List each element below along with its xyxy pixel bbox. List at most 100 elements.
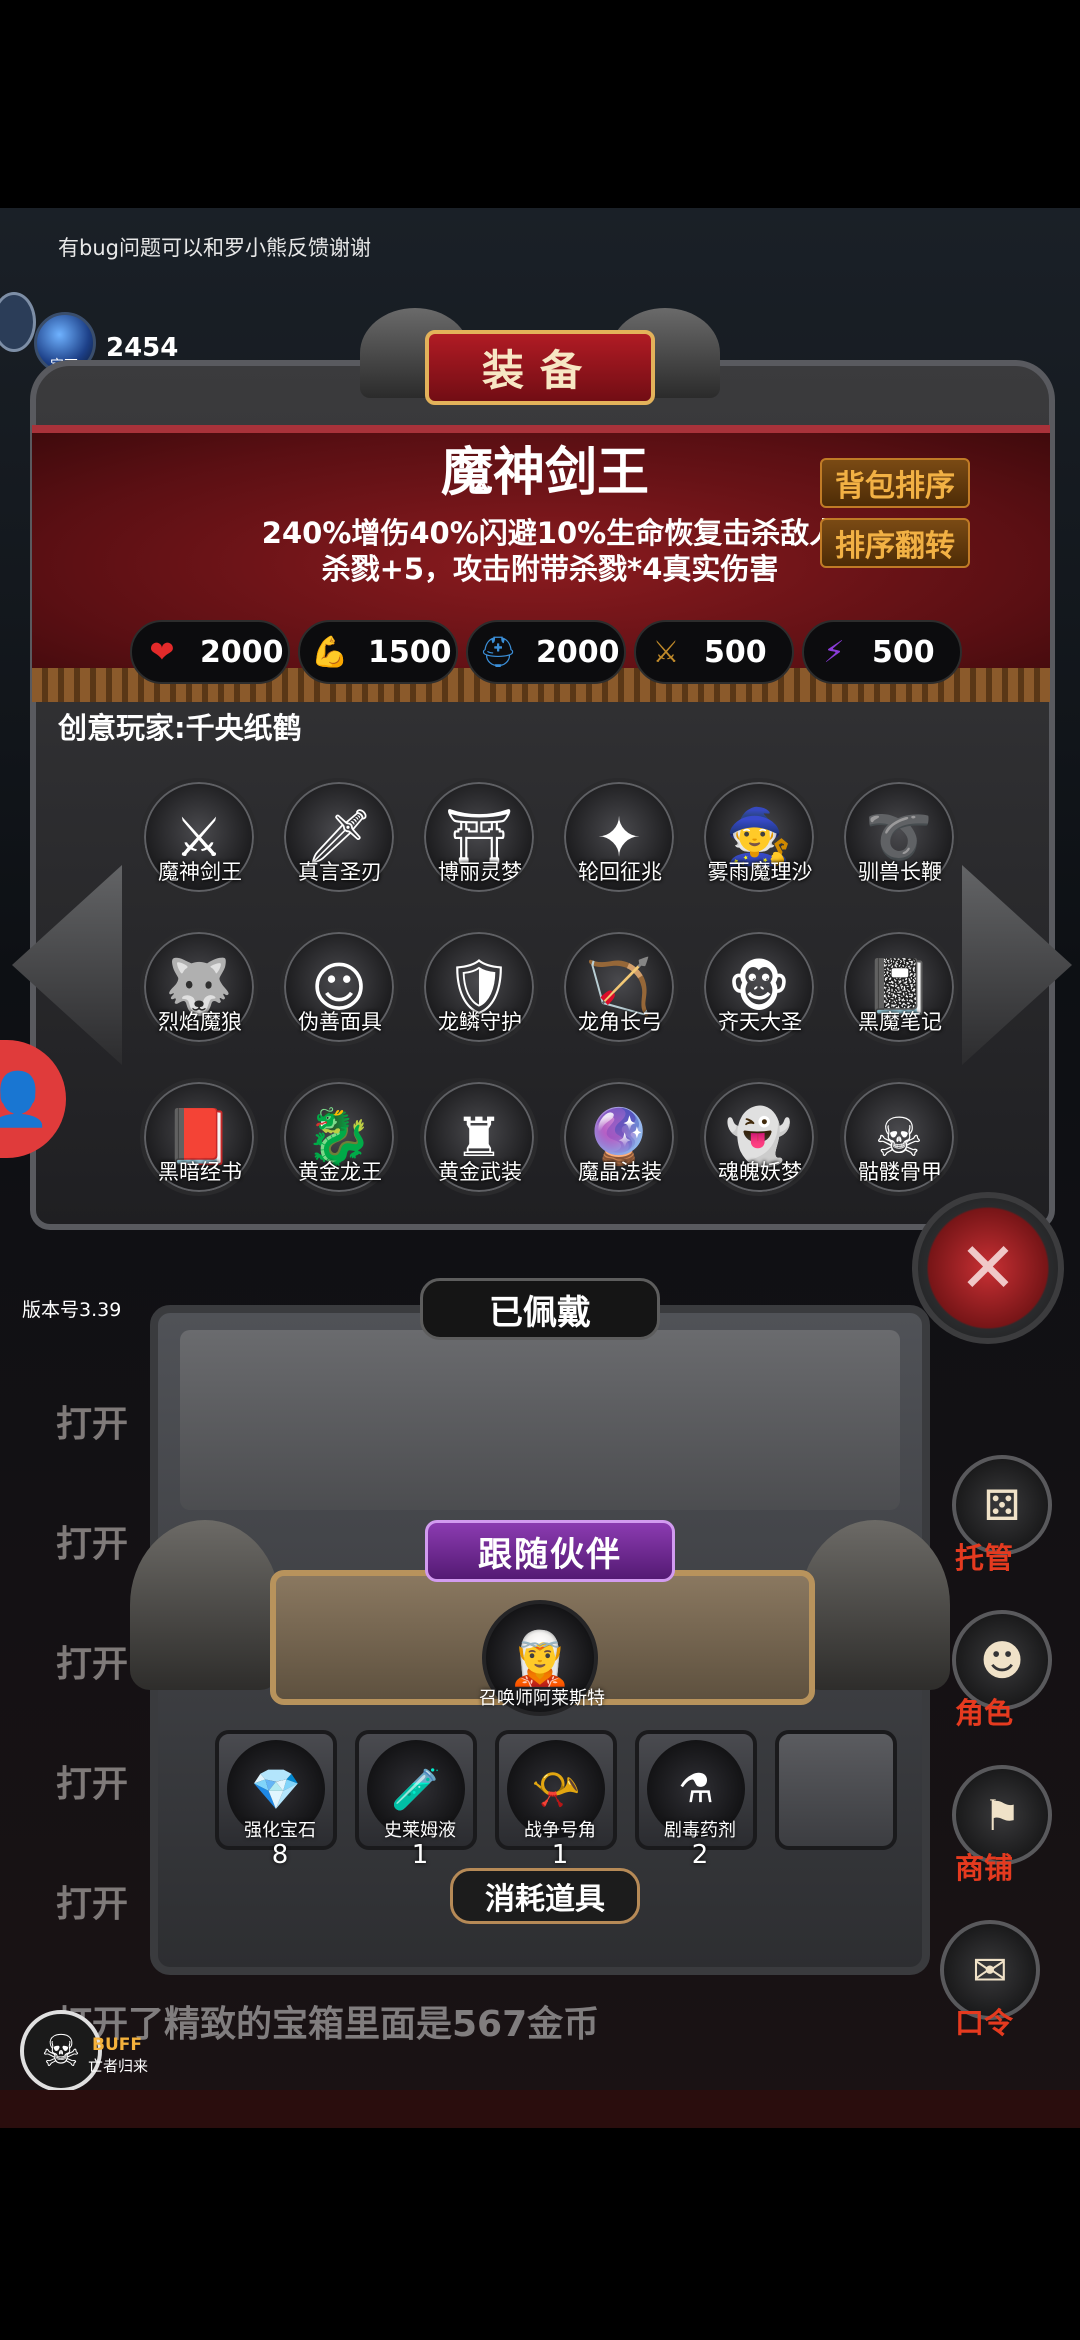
skull-icon[interactable]: ☠ (20, 2010, 102, 2092)
equipment-slot[interactable]: 🔮 魔晶法装 (560, 1078, 680, 1198)
equipment-slot[interactable]: ⚔ 魔神剑王 (140, 778, 260, 898)
creator-credit: 创意玩家:千央纸鹤 (58, 711, 302, 745)
item-label: 黄金龙王 (298, 1160, 382, 1184)
close-icon: ✕ (958, 1227, 1018, 1309)
stat-value: 1500 (368, 634, 452, 670)
item-label: 魔神剑王 (158, 860, 242, 884)
item-label: 黄金武装 (438, 1160, 522, 1184)
equipment-slot[interactable]: ☠ 骷髅骨甲 (840, 1078, 960, 1198)
consumables-title: 消耗道具 (450, 1868, 640, 1924)
stats-bar: ❤ 2000 💪 1500 ⛑ 2000 ⚔ 500 ⚡ 500 (130, 620, 990, 684)
item-label: 烈焰魔狼 (158, 1010, 242, 1034)
item-label: 齐天大圣 (718, 1010, 802, 1034)
strength-icon: 💪 (311, 634, 349, 670)
menu-label-auto[interactable]: 托管 (955, 1535, 1013, 1577)
item-label: 骷髅骨甲 (858, 1160, 942, 1184)
consumable-slot[interactable]: ⚗ 剧毒药剂 2 (635, 1730, 757, 1870)
equipped-slots-area (180, 1330, 900, 1510)
companion-slot[interactable]: 🧝 召唤师阿莱斯特 (479, 1600, 605, 1720)
empty-consumable-slot[interactable] (775, 1730, 897, 1850)
stat-armor: ⛑ 2000 (466, 620, 626, 684)
item-label: 博丽灵梦 (438, 860, 522, 884)
stat-value: 500 (872, 634, 935, 670)
item-label: 魂魄妖梦 (718, 1160, 802, 1184)
equipment-grid: ⚔ 魔神剑王 🗡 真言圣刃 ⛩ 博丽灵梦 ✦ 轮回征兆 🧙 雾雨魔理沙 ➰ 驯兽长鞭 🐺 烈焰… (140, 778, 960, 1198)
consumable-slot[interactable]: 🧪 史莱姆液 1 (355, 1730, 477, 1870)
reverse-sort-button[interactable]: 排序翻转 (820, 518, 970, 568)
person-icon: 👤 (0, 1069, 51, 1130)
equipment-slot[interactable]: 🐉 黄金龙王 (280, 1078, 400, 1198)
consumable-label: 强化宝石 (244, 1820, 316, 1841)
equipment-slot[interactable]: 📕 黑暗经书 (140, 1078, 260, 1198)
selected-item-description: 240%增伤40%闪避10%生命恢复击杀敌人 杀戮+5，攻击附带杀戮*4真实伤害 (250, 515, 850, 587)
item-label: 魔晶法装 (578, 1160, 662, 1184)
equipment-slot[interactable]: 🗡 真言圣刃 (280, 778, 400, 898)
stat-attack: ⚔ 500 (634, 620, 794, 684)
equipment-slot[interactable]: 🐵 齐天大圣 (700, 928, 820, 1048)
consumable-slot[interactable]: 💎 强化宝石 8 (215, 1730, 337, 1870)
description-line-1: 240%增伤40%闪避10%生命恢复击杀敌人 (261, 516, 839, 550)
armor-icon: ⛑ (478, 634, 518, 670)
equipment-slot[interactable]: ☺ 伪善面具 (280, 928, 400, 1048)
dragon-statue-right (800, 1520, 950, 1690)
equipment-slot[interactable]: 🐺 烈焰魔狼 (140, 928, 260, 1048)
equipment-slot[interactable]: ⛩ 博丽灵梦 (420, 778, 540, 898)
item-label: 轮回征兆 (578, 860, 662, 884)
menu-label-role[interactable]: 角色 (955, 1690, 1013, 1732)
item-label: 雾雨魔理沙 (707, 860, 813, 884)
consumable-count: 2 (691, 1840, 709, 1870)
log-line: 打开 (56, 1764, 129, 1805)
equipment-slot[interactable]: ✦ 轮回征兆 (560, 778, 680, 898)
buff-name: 亡者归来 (88, 2057, 149, 2075)
version-label: 版本号3.39 (22, 1299, 122, 1321)
equipment-slot[interactable]: 🏹 龙角长弓 (560, 928, 680, 1048)
consumable-label: 剧毒药剂 (664, 1820, 736, 1841)
close-button[interactable]: ✕ (912, 1192, 1064, 1344)
log-line: 打开 (56, 1404, 129, 1445)
stat-value: 2000 (536, 634, 620, 670)
equipment-slot[interactable]: ➰ 驯兽长鞭 (840, 778, 960, 898)
stat-health: ❤ 2000 (130, 620, 290, 684)
item-label: 驯兽长鞭 (858, 860, 942, 884)
equipment-slot[interactable]: 👻 魂魄妖梦 (700, 1078, 820, 1198)
consumable-count: 1 (551, 1840, 569, 1870)
companion-label: 召唤师阿莱斯特 (479, 1688, 605, 1709)
dragon-statue-left (130, 1520, 280, 1690)
stat-value: 500 (704, 634, 767, 670)
item-label: 黑暗经书 (158, 1160, 242, 1184)
sort-bag-button[interactable]: 背包排序 (820, 458, 970, 508)
menu-label-shop[interactable]: 商铺 (955, 1845, 1013, 1887)
heart-icon: ❤ (149, 634, 175, 670)
stat-speed: ⚡ 500 (802, 620, 962, 684)
equipment-slot[interactable]: 🛡 龙鳞守护 (420, 928, 540, 1048)
consumable-label: 史莱姆液 (384, 1820, 456, 1841)
consumable-count: 1 (411, 1840, 429, 1870)
selected-item-name: 魔神剑王 (440, 443, 649, 503)
consumable-label: 战争号角 (524, 1820, 596, 1841)
equipment-slot[interactable]: 📓 黑魔笔记 (840, 928, 960, 1048)
companion-title: 跟随伙伴 (425, 1520, 675, 1582)
consumables-row: 💎 强化宝石 8 🧪 史莱姆液 1 📯 战争号角 1 ⚗ 剧毒药剂 2 (215, 1730, 897, 1870)
item-label: 伪善面具 (298, 1010, 382, 1034)
panel-title: 装备 (425, 330, 655, 405)
feedback-note: 有bug问题可以和罗小熊反馈谢谢 (58, 236, 371, 260)
stat-strength: 💪 1500 (298, 620, 458, 684)
lightning-icon: ⚡ (823, 634, 845, 670)
log-line: 打开 (56, 1524, 129, 1565)
consumable-slot[interactable]: 📯 战争号角 1 (495, 1730, 617, 1870)
item-label: 真言圣刃 (298, 860, 382, 884)
currency-amount: 2454 (106, 333, 179, 363)
log-line: 打开 (56, 1884, 129, 1925)
equipped-title: 已佩戴 (420, 1278, 660, 1340)
log-line: 打开 (56, 1644, 129, 1685)
item-label: 龙角长弓 (578, 1010, 662, 1034)
sword-icon: ⚔ (652, 634, 680, 670)
item-label: 龙鳞守护 (438, 1010, 522, 1034)
equipment-slot[interactable]: ♜ 黄金武装 (420, 1078, 540, 1198)
stat-value: 2000 (200, 634, 284, 670)
equipment-slot[interactable]: 🧙 雾雨魔理沙 (700, 778, 820, 898)
consumable-count: 8 (271, 1840, 289, 1870)
item-label: 黑魔笔记 (858, 1010, 942, 1034)
menu-label-code[interactable]: 口令 (955, 2000, 1013, 2042)
description-line-2: 杀戮+5，攻击附带杀戮*4真实伤害 (321, 552, 779, 586)
